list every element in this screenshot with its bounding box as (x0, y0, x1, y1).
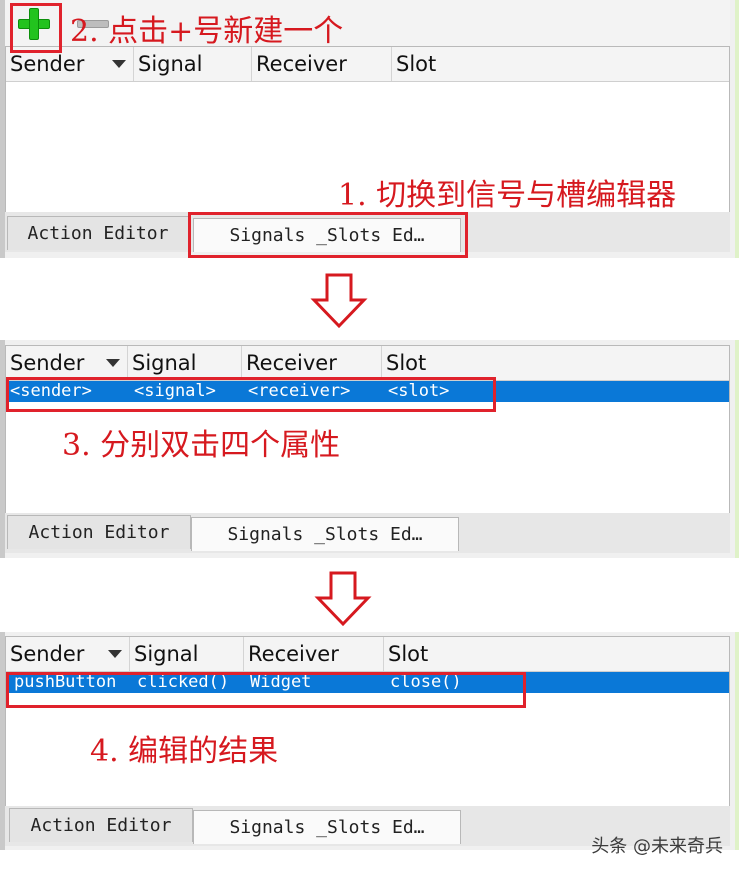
table-header: Sender Signal Receiver Slot (6, 637, 729, 672)
table-header: Sender Signal Receiver Slot (6, 346, 729, 381)
tab-action-editor[interactable]: Action Editor (9, 808, 193, 842)
sort-arrow-icon (112, 60, 126, 68)
highlight-new-row (6, 377, 496, 412)
tab-action-editor[interactable]: Action Editor (7, 515, 191, 549)
column-header-signal[interactable]: Signal (128, 346, 242, 380)
editor-tabs: Action Editor Signals _Slots Ed… (5, 513, 730, 553)
panel-step3: Sender Signal Receiver Slot pushButton c… (0, 632, 739, 850)
panel-step2: Sender Signal Receiver Slot <sender> <si… (0, 340, 739, 558)
column-header-receiver[interactable]: Receiver (252, 47, 392, 81)
watermark: 头条 @未来奇兵 (591, 836, 723, 857)
annotation-double-click: 3. 分别双击四个属性 (62, 428, 341, 463)
column-header-sender[interactable]: Sender (6, 637, 130, 671)
column-header-receiver[interactable]: Receiver (242, 346, 382, 380)
annotation-edit-result: 4. 编辑的结果 (90, 734, 279, 769)
panel-right-edge (735, 0, 739, 258)
annotation-switch-editor: 1. 切换到信号与槽编辑器 (338, 178, 677, 213)
column-header-signal[interactable]: Signal (130, 637, 244, 671)
table-header: Sender Signal Receiver Slot (6, 47, 729, 82)
column-header-slot[interactable]: Slot (392, 47, 731, 81)
tab-signals-slots-editor[interactable]: Signals _Slots Ed… (191, 517, 459, 551)
highlight-edited-row (6, 672, 526, 708)
tab-signals-slots-editor[interactable]: Signals _Slots Ed… (193, 810, 461, 844)
annotation-click-plus: 2. 点击+号新建一个 (70, 14, 344, 49)
connections-table: Sender Signal Receiver Slot pushButton c… (5, 636, 730, 808)
down-arrow-icon (310, 273, 368, 329)
column-header-receiver[interactable]: Receiver (244, 637, 384, 671)
highlight-signals-slots-tab (188, 212, 468, 258)
sort-arrow-icon (108, 650, 122, 658)
column-header-slot[interactable]: Slot (382, 346, 731, 380)
down-arrow-icon (314, 571, 372, 627)
panel-step1: Sender Signal Receiver Slot Action Edito… (0, 0, 739, 258)
highlight-add-button (10, 3, 62, 53)
column-header-slot[interactable]: Slot (384, 637, 731, 671)
tab-action-editor[interactable]: Action Editor (7, 216, 189, 250)
panel-right-edge (735, 340, 739, 558)
panel-right-edge (735, 632, 739, 850)
column-header-sender[interactable]: Sender (6, 346, 128, 380)
sort-arrow-icon (106, 359, 120, 367)
column-header-signal[interactable]: Signal (134, 47, 252, 81)
